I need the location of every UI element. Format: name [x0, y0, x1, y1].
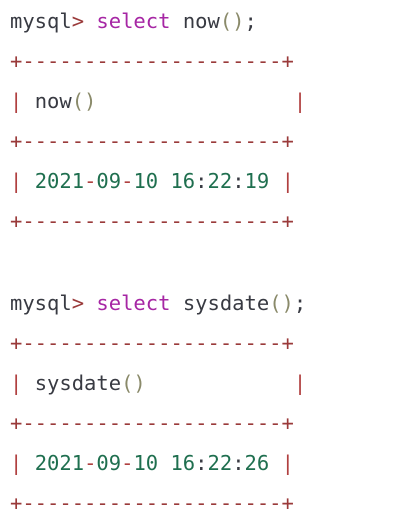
- table-border-middle: +---------------------+: [10, 129, 294, 153]
- result-day: 10: [133, 169, 159, 193]
- result-year: 2021: [34, 451, 85, 475]
- table-result-row: | 2021-09-10 16:22:19 |: [10, 168, 294, 194]
- table-border-top: +---------------------+: [10, 49, 294, 73]
- result-second: 19: [244, 169, 270, 193]
- date-separator: -: [121, 169, 134, 193]
- time-separator: :: [195, 451, 208, 475]
- query-line-sysdate: mysql> select sysdate();: [10, 290, 306, 316]
- statement-terminator: ;: [244, 9, 257, 33]
- time-separator: :: [195, 169, 208, 193]
- date-separator: -: [84, 169, 97, 193]
- table-header-row: | sysdate() |: [10, 370, 306, 396]
- result-second: 26: [244, 451, 270, 475]
- prompt-symbol: >: [71, 291, 85, 315]
- table-border-middle: +---------------------+: [10, 411, 294, 435]
- table-result-row: | 2021-09-10 16:22:26 |: [10, 450, 294, 476]
- prompt-symbol: >: [71, 9, 85, 33]
- table-header-row: | now() |: [10, 88, 306, 114]
- function-name: sysdate: [182, 291, 270, 315]
- function-parens: (): [269, 291, 294, 315]
- date-separator: -: [121, 451, 134, 475]
- table-pipe-right: |: [281, 169, 294, 193]
- table-border-bottom: +---------------------+: [10, 491, 294, 515]
- table-pipe-left: |: [10, 89, 23, 113]
- function-parens: (): [219, 9, 245, 33]
- select-keyword: select: [96, 9, 171, 33]
- table-pipe-left: |: [10, 371, 23, 395]
- result-minute: 22: [207, 451, 233, 475]
- function-name: now: [182, 9, 220, 33]
- table-pipe-left: |: [10, 451, 23, 475]
- table-border-bottom: +---------------------+: [10, 209, 294, 233]
- result-year: 2021: [34, 169, 85, 193]
- date-separator: -: [84, 451, 97, 475]
- table-pipe-left: |: [10, 169, 23, 193]
- time-separator: :: [232, 451, 245, 475]
- column-header-parens: (): [121, 371, 146, 395]
- column-header-parens: (): [71, 89, 97, 113]
- table-border-top: +---------------------+: [10, 331, 294, 355]
- column-header-label: now: [34, 89, 72, 113]
- result-day: 10: [133, 451, 159, 475]
- select-keyword: select: [96, 291, 171, 315]
- table-pipe-right: |: [293, 89, 307, 113]
- prompt-text: mysql: [10, 9, 72, 33]
- mysql-terminal-output: mysql> select now(); +------------------…: [0, 0, 417, 532]
- result-month: 09: [96, 169, 122, 193]
- prompt-text: mysql: [10, 291, 72, 315]
- time-separator: :: [232, 169, 245, 193]
- query-line-now: mysql> select now();: [10, 8, 257, 34]
- result-hour: 16: [170, 169, 196, 193]
- result-minute: 22: [207, 169, 233, 193]
- column-header-label: sysdate: [34, 371, 122, 395]
- table-pipe-right: |: [281, 451, 294, 475]
- table-pipe-right: |: [293, 371, 307, 395]
- result-month: 09: [96, 451, 122, 475]
- statement-terminator: ;: [293, 291, 307, 315]
- result-hour: 16: [170, 451, 196, 475]
